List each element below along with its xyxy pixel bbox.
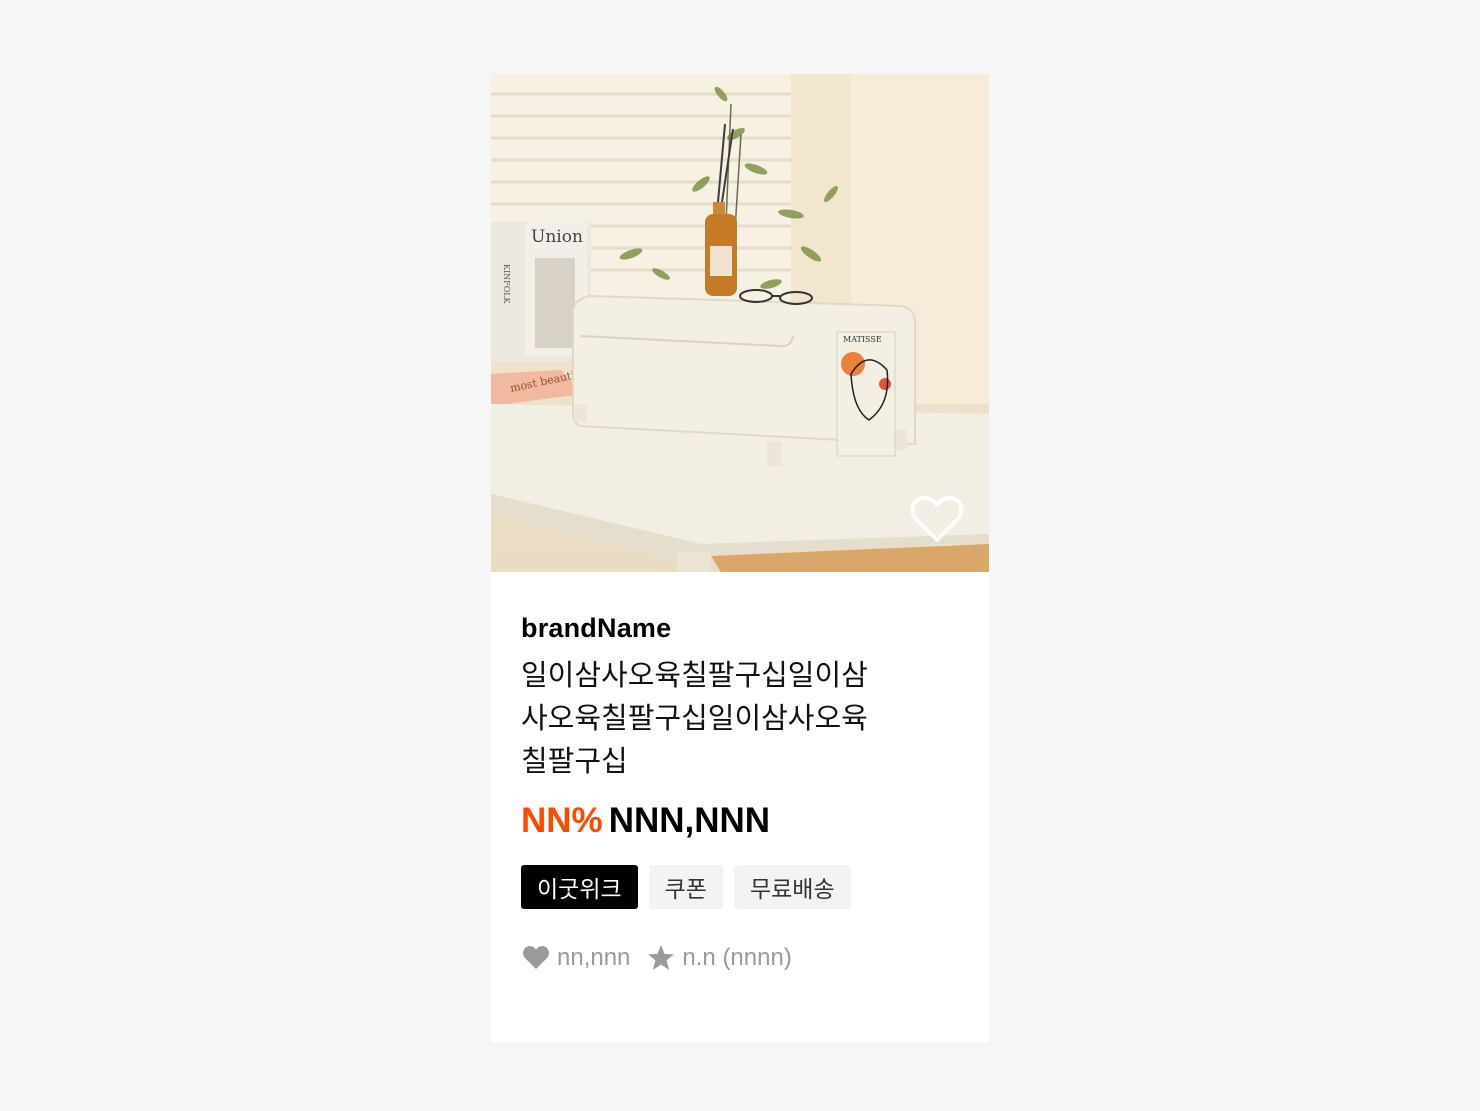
product-title[interactable]: 일이삼사오육칠팔구십일이삼사오육칠팔구십일이삼사오육칠팔구십 bbox=[521, 654, 883, 783]
tag-event: 이굿위크 bbox=[521, 865, 638, 909]
product-card[interactable]: Union KINFOLK most beautiful MATISSE bra… bbox=[491, 74, 989, 1042]
product-meta: nn,nnn n.n (nnnn) bbox=[521, 943, 961, 973]
sale-price: NNN,NNN bbox=[608, 801, 771, 840]
wishlist-heart-button[interactable] bbox=[909, 494, 965, 546]
tag-list: 이굿위크 쿠폰 무료배송 bbox=[521, 865, 961, 909]
book-title-text: Union bbox=[531, 227, 583, 247]
heart-outline-icon bbox=[910, 496, 964, 542]
tag-free-shipping: 무료배송 bbox=[733, 865, 851, 909]
discount-rate: NN% bbox=[521, 801, 603, 840]
brand-name[interactable]: brandName bbox=[521, 612, 961, 644]
heart-filled-icon bbox=[521, 943, 551, 973]
book-spine-text: KINFOLK bbox=[502, 264, 511, 305]
star-icon bbox=[646, 943, 676, 973]
product-info: brandName 일이삼사오육칠팔구십일이삼사오육칠팔구십일이삼사오육칠팔구십… bbox=[521, 612, 961, 973]
rating-text: n.n (nnnn) bbox=[682, 944, 792, 971]
product-image[interactable]: Union KINFOLK most beautiful MATISSE bbox=[491, 74, 989, 572]
like-count: nn,nnn bbox=[557, 944, 631, 971]
price-row: NN% NNN,NNN bbox=[521, 799, 961, 843]
tag-coupon: 쿠폰 bbox=[648, 865, 723, 909]
poster-title-text: MATISSE bbox=[843, 335, 882, 344]
